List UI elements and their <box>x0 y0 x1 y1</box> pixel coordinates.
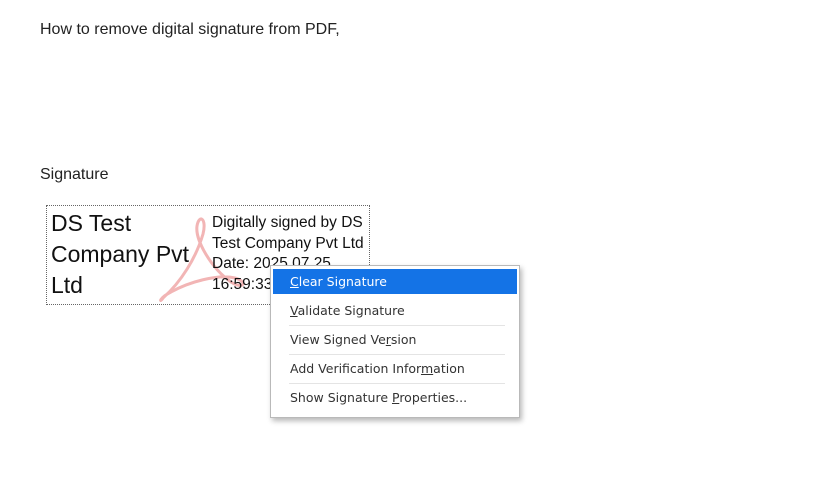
signature-detail-line: Digitally signed by DS <box>212 214 363 231</box>
menu-item-text: Add Verification Infor <box>290 361 421 376</box>
menu-item-show-signature-properties[interactable]: Show Signature Properties... <box>273 385 517 410</box>
menu-item-accelerator: C <box>290 274 299 289</box>
signature-detail-line: Test Company Pvt Ltd <box>212 234 364 252</box>
signer-name: DS Test Company Pvt Ltd <box>51 208 201 301</box>
menu-item-accelerator: m <box>420 361 434 376</box>
menu-item-add-verification-information[interactable]: Add Verification Information <box>273 356 517 384</box>
menu-item-text: View Signed Ve <box>290 332 386 347</box>
menu-item-text: lear Signature <box>298 274 387 289</box>
menu-item-accelerator: V <box>290 303 298 318</box>
menu-item-text: alidate Signature <box>297 303 405 318</box>
menu-item-clear-signature[interactable]: Clear Signature <box>273 269 517 294</box>
document-heading: How to remove digital signature from PDF… <box>40 21 340 38</box>
menu-item-text: sion <box>390 332 417 347</box>
menu-item-view-signed-version[interactable]: View Signed Version <box>273 327 517 355</box>
menu-item-text: roperties... <box>399 390 468 405</box>
menu-item-text: ation <box>433 361 465 376</box>
menu-separator <box>289 325 505 326</box>
menu-item-validate-signature[interactable]: Validate Signature <box>273 298 517 326</box>
signature-label: Signature <box>40 166 109 183</box>
menu-item-text: Show Signature <box>290 390 392 405</box>
signer-name-line: DS Test <box>51 210 132 236</box>
signature-context-menu: Clear Signature Validate Signature View … <box>270 265 520 418</box>
signer-name-line: Company Pvt <box>51 241 190 267</box>
signer-name-line: Ltd <box>51 272 83 298</box>
menu-separator <box>289 383 505 384</box>
menu-separator <box>289 354 505 355</box>
